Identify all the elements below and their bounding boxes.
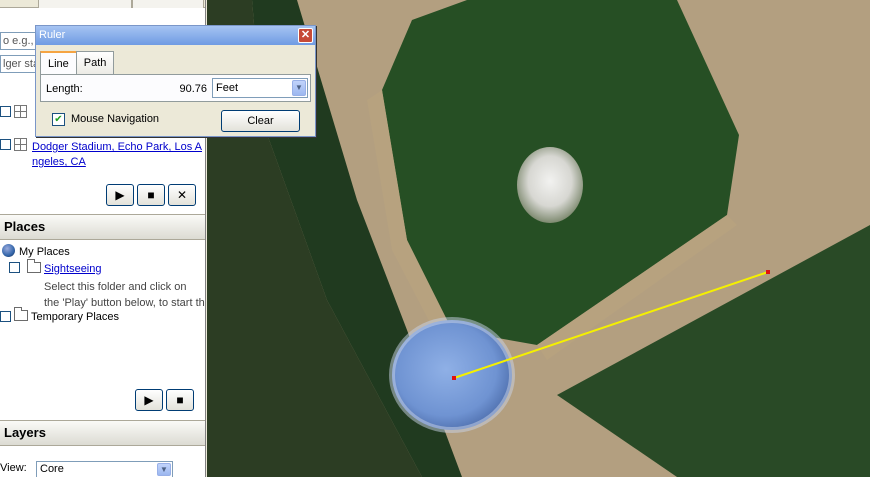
- layers-header[interactable]: Layers: [0, 420, 205, 446]
- sightseeing-desc-line-1: Select this folder and click on: [44, 281, 187, 293]
- search-tabs-strip: [0, 0, 205, 8]
- places-play-button[interactable]: ▶: [135, 389, 163, 411]
- search-controls: ▶ ■ ✕: [106, 184, 196, 206]
- places-header[interactable]: Places: [0, 214, 205, 240]
- folder-icon: [14, 307, 28, 321]
- layers-view-select[interactable]: Core ▼: [36, 461, 173, 477]
- play-icon: ▶: [115, 188, 125, 202]
- tree-item-temporary-places[interactable]: Temporary Places: [14, 307, 120, 324]
- checkmark-icon: ✔: [54, 114, 63, 125]
- ruler-tab-panel: Length: 90.76 Feet ▼: [40, 74, 311, 102]
- view-select-value: Core: [40, 463, 64, 475]
- placemark-grid-icon: [14, 138, 27, 151]
- ruler-end-point: [766, 270, 770, 274]
- temporary-places-label: Temporary Places: [31, 311, 120, 323]
- mouse-navigation-label: Mouse Navigation: [71, 113, 160, 125]
- places-controls: ▶ ■: [135, 389, 194, 411]
- tab-line[interactable]: Line: [40, 51, 77, 75]
- stop-button[interactable]: ■: [137, 184, 165, 206]
- ruler-dialog: Ruler ✕ Line Path Length: 90.76 Feet ▼ ✔…: [35, 25, 316, 137]
- ruler-tabs: Line Path: [40, 51, 115, 75]
- ruler-title: Ruler: [39, 29, 66, 41]
- tab-path[interactable]: Path: [75, 51, 115, 74]
- close-icon: ✕: [176, 188, 188, 202]
- clear-button[interactable]: Clear: [221, 110, 300, 132]
- clear-results-button[interactable]: ✕: [168, 184, 196, 206]
- unit-select[interactable]: Feet ▼: [212, 78, 308, 98]
- search-tab[interactable]: [38, 0, 132, 8]
- ruler-start-point: [452, 376, 456, 380]
- unit-select-value: Feet: [216, 82, 239, 94]
- sightseeing-description: Select this folder and click on the 'Pla…: [44, 279, 205, 311]
- my-places-label: My Places: [19, 246, 70, 258]
- length-value: 90.76: [179, 83, 207, 95]
- result-line-1[interactable]: Dodger Stadium, Echo Park, Los A: [32, 141, 202, 153]
- sightseeing-checkbox[interactable]: [9, 262, 20, 273]
- stop-icon: ■: [147, 188, 155, 202]
- tree-item-sightseeing[interactable]: Sightseeing: [27, 259, 102, 276]
- sightseeing-link[interactable]: Sightseeing: [44, 263, 102, 275]
- result-line-2[interactable]: ngeles, CA: [32, 156, 86, 168]
- sightseeing-desc-line-2: the 'Play' button below, to start th: [44, 297, 205, 309]
- chevron-down-icon[interactable]: ▼: [292, 80, 306, 96]
- result-checkbox[interactable]: [0, 106, 11, 117]
- search-result-link[interactable]: Dodger Stadium, Echo Park, Los A ngeles,…: [32, 140, 202, 170]
- stop-icon: ■: [176, 393, 184, 407]
- view-label: View:: [0, 462, 27, 474]
- close-button[interactable]: ✕: [298, 28, 313, 43]
- play-button[interactable]: ▶: [106, 184, 134, 206]
- places-stop-button[interactable]: ■: [166, 389, 194, 411]
- chevron-down-icon[interactable]: ▼: [157, 463, 171, 476]
- close-icon: ✕: [300, 29, 311, 41]
- placemark-grid-icon: [14, 105, 27, 118]
- ruler-titlebar[interactable]: Ruler ✕: [36, 26, 315, 45]
- result-checkbox[interactable]: [0, 139, 11, 150]
- folder-icon: [27, 259, 41, 273]
- search-tab[interactable]: [132, 0, 204, 8]
- temporary-places-checkbox[interactable]: [0, 311, 11, 322]
- mouse-navigation-checkbox[interactable]: ✔: [52, 113, 65, 126]
- play-icon: ▶: [144, 393, 154, 407]
- length-label: Length:: [46, 83, 83, 95]
- tree-item-my-places[interactable]: My Places: [2, 244, 70, 259]
- globe-icon: [2, 244, 15, 257]
